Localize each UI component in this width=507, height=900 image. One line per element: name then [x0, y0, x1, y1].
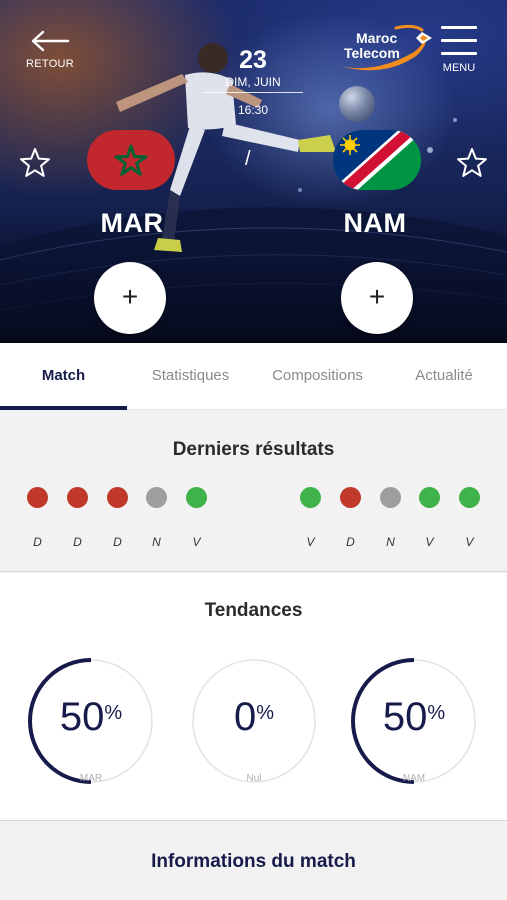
away-result-label-4: V	[425, 535, 434, 549]
brand-line-1: Maroc	[356, 30, 398, 46]
away-result-label-5: V	[465, 535, 474, 549]
home-result-label-3: D	[113, 535, 122, 549]
away-result-dot-1	[300, 487, 321, 508]
match-time: 16:30	[237, 103, 269, 117]
match-weekday-month: DIM, JUIN	[203, 74, 303, 93]
favorite-away-star-icon[interactable]	[456, 147, 488, 179]
home-result-label-4: N	[152, 535, 161, 549]
trend-label-home: MAR	[79, 773, 103, 784]
home-team-add-button[interactable]: +	[94, 262, 166, 334]
versus-separator: /	[245, 148, 251, 170]
morocco-flag-icon	[87, 130, 175, 190]
home-team-code: MAR	[100, 208, 164, 238]
recent-results-title: Derniers résultats	[172, 439, 335, 460]
away-result-label-3: N	[386, 535, 395, 549]
home-result-dot-2	[67, 487, 88, 508]
away-result-dot-4	[419, 487, 440, 508]
match-tabs: Match Statistiques Compositions Actualit…	[0, 343, 507, 410]
away-team-code: NAM	[343, 208, 407, 238]
away-result-dot-5	[459, 487, 480, 508]
namibia-flag-icon	[333, 130, 421, 190]
tab-actualite[interactable]: Actualité	[381, 343, 507, 410]
match-day: 23	[239, 46, 267, 74]
home-result-label-5: V	[192, 535, 201, 549]
trend-label-away: NAM	[402, 773, 426, 784]
trends-section: Tendances 50% MAR 0% Nul 50% NAM	[0, 573, 507, 821]
match-info-title: Informations du match	[151, 851, 356, 872]
away-team-add-button[interactable]: +	[341, 262, 413, 334]
favorite-home-star-icon[interactable]	[19, 147, 51, 179]
maroc-telecom-logo[interactable]: Maroc Telecom	[336, 22, 434, 72]
trend-value-home: 50%	[59, 695, 123, 739]
trend-value-draw: 0%	[233, 695, 275, 739]
trend-gauge-away: 50% NAM	[350, 657, 478, 785]
back-arrow-icon	[31, 30, 70, 52]
home-result-dot-5	[186, 487, 207, 508]
football-icon	[339, 86, 375, 122]
menu-button[interactable]: MENU	[438, 26, 480, 76]
away-result-label-2: D	[346, 535, 355, 549]
hamburger-icon	[441, 26, 477, 56]
away-result-label-1: V	[306, 535, 315, 549]
match-header: RETOUR 23 DIM, JUIN 16:30 Maroc Telecom …	[0, 0, 507, 343]
home-result-dot-1	[27, 487, 48, 508]
home-result-dot-4	[146, 487, 167, 508]
recent-results-section: Derniers résultats D D D N V V D N V V	[0, 410, 507, 572]
plus-icon: +	[121, 281, 139, 312]
trend-gauge-draw: 0% Nul	[190, 657, 318, 785]
trends-title: Tendances	[204, 600, 303, 621]
away-result-dot-3	[380, 487, 401, 508]
tab-compositions[interactable]: Compositions	[254, 343, 381, 410]
back-button[interactable]: RETOUR	[26, 30, 74, 76]
match-date: 23 DIM, JUIN 16:30	[203, 46, 303, 117]
trend-value-away: 50%	[382, 695, 446, 739]
match-info-section[interactable]: Informations du match	[0, 822, 507, 900]
trend-gauge-home: 50% MAR	[27, 657, 155, 785]
back-label: RETOUR	[26, 58, 75, 70]
tab-match[interactable]: Match	[0, 343, 127, 410]
home-result-label-1: D	[33, 535, 42, 549]
home-result-label-2: D	[73, 535, 82, 549]
brand-line-2: Telecom	[344, 45, 400, 61]
menu-label: MENU	[442, 62, 476, 74]
trend-label-draw: Nul	[246, 773, 262, 784]
away-result-dot-2	[340, 487, 361, 508]
plus-icon: +	[368, 281, 386, 312]
tab-statistiques[interactable]: Statistiques	[127, 343, 254, 410]
home-result-dot-3	[107, 487, 128, 508]
